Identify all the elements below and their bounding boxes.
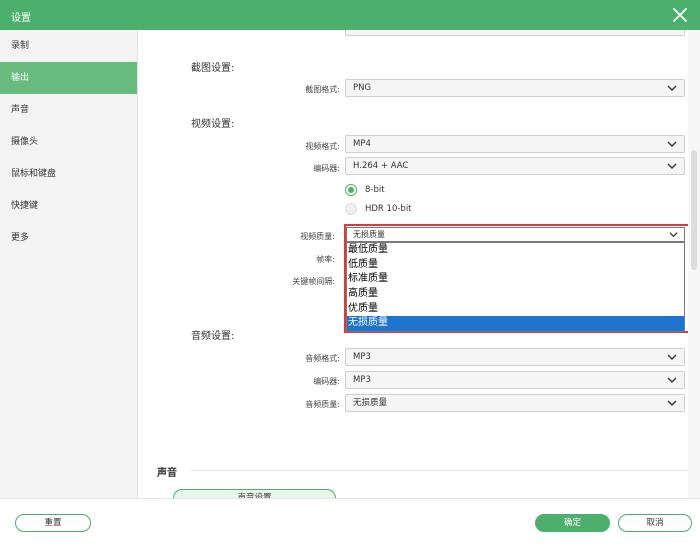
sound-section-heading: 声音 <box>157 468 177 479</box>
video-encoder-select[interactable]: H.264 + AAC <box>345 157 685 175</box>
video-encoder-label: 编码器: <box>313 164 340 173</box>
video-settings-heading: 视频设置: <box>191 119 235 130</box>
scrollbar[interactable] <box>688 30 700 498</box>
audio-quality-select[interactable]: 无损质量 <box>345 394 685 412</box>
section-divider <box>191 470 691 471</box>
audio-encoder-label: 编码器: <box>313 377 340 386</box>
quality-option-lossless[interactable]: 无损质量 <box>347 316 684 332</box>
bit-8-radio[interactable] <box>345 184 357 196</box>
audio-quality-label: 音频质量: <box>305 400 340 409</box>
video-quality-label: 视频质量: <box>300 232 335 241</box>
chevron-down-icon <box>667 352 677 362</box>
ok-button[interactable]: 确定 <box>535 514 610 532</box>
reset-button[interactable]: 重置 <box>15 514 91 532</box>
close-icon[interactable] <box>670 5 690 25</box>
chevron-down-icon <box>667 161 677 171</box>
chevron-down-icon <box>669 230 678 239</box>
chevron-down-icon <box>667 375 677 385</box>
chevron-down-icon <box>667 398 677 408</box>
audio-quality-value: 无损质量 <box>353 398 388 408</box>
audio-encoder-value: MP3 <box>353 375 371 385</box>
quality-option-standard[interactable]: 标准质量 <box>347 272 684 287</box>
sidebar-item-mouse-keyboard[interactable]: 鼠标和键盘 <box>0 158 137 190</box>
sidebar-item-sound[interactable]: 声音 <box>0 94 137 126</box>
video-format-label: 视频格式: <box>305 142 340 151</box>
quality-option-excellent[interactable]: 优质量 <box>347 302 684 317</box>
quality-option-low[interactable]: 低质量 <box>347 258 684 273</box>
sidebar-item-more[interactable]: 更多 <box>0 222 137 254</box>
keyframe-interval-label: 关键帧间隔: <box>292 277 335 286</box>
audio-settings-heading: 音频设置: <box>191 331 235 342</box>
scrollbar-thumb[interactable] <box>691 150 697 270</box>
hdr-10-bit-radio[interactable] <box>345 203 357 215</box>
sidebar-item-record[interactable]: 录制 <box>0 30 137 62</box>
cancel-button[interactable]: 取消 <box>618 514 692 532</box>
video-quality-value: 无损质量 <box>353 230 385 239</box>
sound-settings-button[interactable]: 声音设置 <box>173 489 336 498</box>
audio-format-label: 音频格式: <box>305 354 340 363</box>
hdr-10-bit-label: HDR 10-bit <box>365 204 412 214</box>
chevron-down-icon <box>667 139 677 149</box>
sidebar-item-camera[interactable]: 摄像头 <box>0 126 137 158</box>
audio-encoder-select[interactable]: MP3 <box>345 371 685 389</box>
sidebar-item-output[interactable]: 输出 <box>0 62 137 94</box>
screenshot-settings-heading: 截图设置: <box>191 63 235 74</box>
video-format-value: MP4 <box>353 139 371 149</box>
video-quality-options: 最低质量 低质量 标准质量 高质量 优质量 无损质量 <box>346 242 685 333</box>
settings-content: 截图设置: 截图格式: PNG 视频设置: 视频格式: MP4 编码器: H.2… <box>139 30 700 498</box>
quality-option-lowest[interactable]: 最低质量 <box>347 243 684 258</box>
video-encoder-value: H.264 + AAC <box>353 161 409 171</box>
quality-option-high[interactable]: 高质量 <box>347 287 684 302</box>
audio-format-select[interactable]: MP3 <box>345 348 685 366</box>
partial-select[interactable] <box>345 30 685 36</box>
video-format-select[interactable]: MP4 <box>345 135 685 153</box>
sidebar-item-hotkeys[interactable]: 快捷键 <box>0 190 137 222</box>
footer: 重置 确定 取消 <box>0 498 700 545</box>
sidebar: 录制 输出 声音 摄像头 鼠标和键盘 快捷键 更多 <box>0 30 138 498</box>
bit-8-label: 8-bit <box>365 185 385 195</box>
window-title: 设置 <box>11 13 31 24</box>
screenshot-format-label: 截图格式: <box>305 85 340 94</box>
chevron-down-icon <box>667 83 677 93</box>
screenshot-format-select[interactable]: PNG <box>345 79 685 97</box>
framerate-label: 帧率: <box>316 255 335 264</box>
video-quality-select[interactable]: 无损质量 <box>346 227 685 242</box>
title-bar: 设置 <box>0 0 700 30</box>
screenshot-format-value: PNG <box>353 83 372 93</box>
audio-format-value: MP3 <box>353 352 371 362</box>
